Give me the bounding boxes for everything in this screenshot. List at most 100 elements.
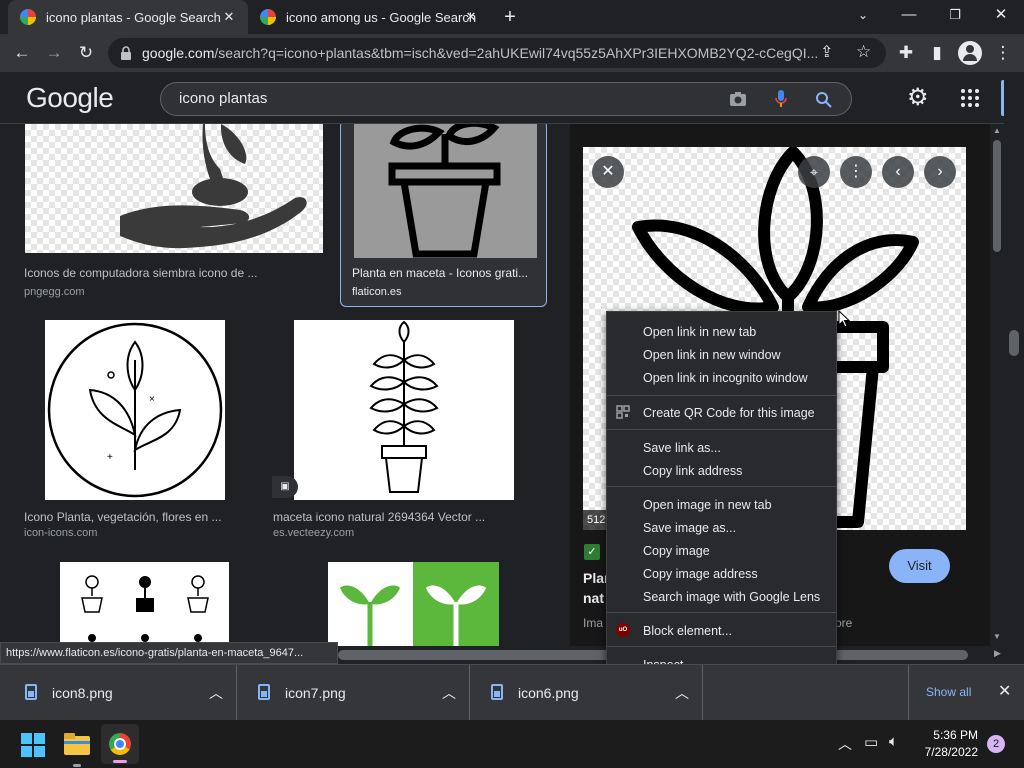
previous-image-button[interactable]: ‹	[882, 156, 914, 188]
menu-separator	[607, 612, 836, 613]
new-tab-button[interactable]: +	[498, 5, 522, 29]
result-caption[interactable]: Iconos de computadora siembra icono de .…	[24, 266, 314, 280]
back-button[interactable]: ←	[9, 40, 35, 66]
close-window-button[interactable]: ✕	[978, 0, 1024, 34]
notification-badge[interactable]: 2	[987, 735, 1005, 753]
url-text: google.com/search?q=icono+plantas&tbm=is…	[142, 45, 819, 61]
taskbar-time[interactable]: 5:36 PM	[918, 728, 978, 742]
windows-start-icon[interactable]	[21, 733, 45, 757]
scrollbar-thumb[interactable]	[993, 140, 1001, 252]
result-thumbnail-maceta[interactable]	[294, 320, 514, 500]
reload-button[interactable]: ↻	[73, 40, 99, 66]
result-caption[interactable]: Icono Planta, vegetación, flores en ...	[24, 510, 234, 524]
scroll-down-icon[interactable]: ▼	[993, 632, 1001, 641]
chevron-up-icon[interactable]: ︿	[209, 683, 223, 703]
result-thumbnail-potted-plant[interactable]	[354, 124, 537, 258]
menu-save-link-as[interactable]: Save link as...	[643, 441, 721, 455]
tab-search-icon[interactable]: ⌄	[840, 0, 886, 34]
tab-icono-among-us[interactable]: icono among us - Google Search ✕	[250, 0, 490, 34]
microphone-icon[interactable]	[775, 90, 787, 108]
hand-seedling-image	[120, 124, 307, 249]
google-favicon-icon	[20, 9, 36, 25]
page-scrollbar-thumb[interactable]	[1009, 330, 1019, 356]
menu-open-link-new-window[interactable]: Open link in new window	[643, 348, 781, 362]
file-explorer-icon[interactable]	[64, 733, 90, 755]
file-icon	[25, 684, 37, 700]
search-box[interactable]	[160, 82, 852, 116]
menu-open-link-new-tab[interactable]: Open link in new tab	[643, 325, 756, 339]
camera-search-icon[interactable]	[729, 91, 747, 107]
bookmark-star-icon[interactable]: ☆	[856, 42, 871, 62]
menu-copy-link-address[interactable]: Copy link address	[643, 464, 742, 478]
result-thumbnail-flowers[interactable]	[60, 562, 229, 646]
chrome-menu-icon[interactable]: ⋮	[990, 40, 1016, 66]
result-thumbnail-plant-circle[interactable]: × +	[45, 320, 225, 500]
restore-button[interactable]: ❐	[932, 0, 978, 34]
menu-copy-image[interactable]: Copy image	[643, 544, 710, 558]
page-scrollbar[interactable]	[1004, 72, 1024, 646]
result-thumbnail-seed-hand[interactable]	[25, 124, 323, 253]
search-icon[interactable]	[815, 91, 832, 108]
chrome-taskbar-button[interactable]	[101, 724, 139, 764]
lens-search-icon[interactable]: ⌖	[798, 156, 830, 188]
menu-open-image-new-tab[interactable]: Open image in new tab	[643, 498, 772, 512]
close-preview-button[interactable]: ✕	[592, 156, 624, 188]
plant-circle-image: × +	[47, 322, 223, 498]
search-input[interactable]	[179, 90, 679, 107]
show-hidden-icons-chevron-icon[interactable]: ︿	[838, 734, 852, 754]
more-options-icon[interactable]: ⋮	[840, 156, 872, 188]
preview-learn-more[interactable]: ore	[835, 616, 852, 630]
close-tab-icon[interactable]: ✕	[220, 8, 238, 26]
result-source: icon-icons.com	[24, 527, 98, 539]
minimize-button[interactable]: —	[886, 0, 932, 34]
next-image-button[interactable]: ›	[924, 156, 956, 188]
link-status-bubble: https://www.flaticon.es/icono-gratis/pla…	[0, 642, 338, 664]
menu-save-image-as[interactable]: Save image as...	[643, 521, 736, 535]
taskbar-date[interactable]: 7/28/2022	[918, 745, 978, 759]
google-apps-icon[interactable]	[961, 89, 979, 107]
scroll-right-icon[interactable]: ▶	[994, 648, 1001, 659]
chevron-up-icon[interactable]: ︿	[442, 683, 456, 703]
scroll-up-icon[interactable]: ▲	[993, 126, 1001, 135]
download-item[interactable]: icon6.png ︿	[469, 665, 703, 721]
extensions-icon[interactable]: ✚	[893, 40, 919, 66]
forward-button[interactable]: →	[41, 40, 67, 66]
network-icon[interactable]: ▭	[864, 733, 878, 751]
close-tab-icon[interactable]: ✕	[462, 8, 480, 26]
menu-search-google-lens[interactable]: Search image with Google Lens	[643, 590, 820, 604]
close-shelf-icon[interactable]: ✕	[998, 681, 1011, 701]
address-bar[interactable]: google.com/search?q=icono+plantas&tbm=is…	[108, 38, 886, 68]
menu-block-element[interactable]: Block element...	[643, 624, 732, 638]
google-logo[interactable]: Google	[26, 82, 114, 114]
tab-icono-plantas[interactable]: icono plantas - Google Search ✕	[8, 0, 248, 34]
side-panel-icon[interactable]: ▮	[924, 40, 950, 66]
download-item[interactable]: icon8.png ︿	[3, 665, 237, 721]
result-caption[interactable]: Planta en maceta - Iconos grati...	[352, 266, 537, 280]
download-shelf: icon8.png ︿ icon7.png ︿ icon6.png ︿ Show…	[0, 664, 1024, 721]
result-source: flaticon.es	[352, 286, 402, 298]
flower-pots-image	[81, 575, 209, 642]
chevron-up-icon[interactable]: ︿	[675, 683, 689, 703]
download-item[interactable]: icon7.png ︿	[236, 665, 470, 721]
show-all-downloads-link[interactable]: Show all	[926, 685, 971, 699]
menu-copy-image-address[interactable]: Copy image address	[643, 567, 758, 581]
windows-taskbar: ︿ ▭ 🔈︎ 5:36 PM 7/28/2022 2	[0, 720, 1024, 768]
volume-icon[interactable]: 🔈︎	[889, 733, 898, 750]
svg-text:×: ×	[149, 394, 155, 405]
menu-open-link-incognito[interactable]: Open link in incognito window	[643, 371, 808, 385]
share-icon[interactable]: ⇪	[820, 42, 833, 62]
mouse-cursor-icon	[838, 310, 850, 328]
menu-create-qr-code[interactable]: Create QR Code for this image	[643, 406, 815, 420]
results-scrollbar[interactable]: ▲ ▼	[990, 124, 1004, 646]
profile-avatar[interactable]	[958, 41, 982, 65]
lock-icon	[121, 46, 131, 60]
settings-gear-icon[interactable]: ⚙	[907, 83, 929, 112]
menu-separator	[607, 486, 836, 487]
result-caption[interactable]: maceta icono natural 2694364 Vector ...	[273, 510, 503, 524]
download-filename: icon7.png	[285, 685, 346, 701]
tab-strip: icono plantas - Google Search ✕ icono am…	[0, 0, 1024, 34]
result-thumbnail-sprouts[interactable]	[328, 562, 499, 646]
preview-title-line2[interactable]: nat	[583, 590, 604, 606]
visit-button[interactable]: Visit	[889, 549, 950, 583]
tab-title: icono plantas - Google Search	[46, 9, 221, 25]
